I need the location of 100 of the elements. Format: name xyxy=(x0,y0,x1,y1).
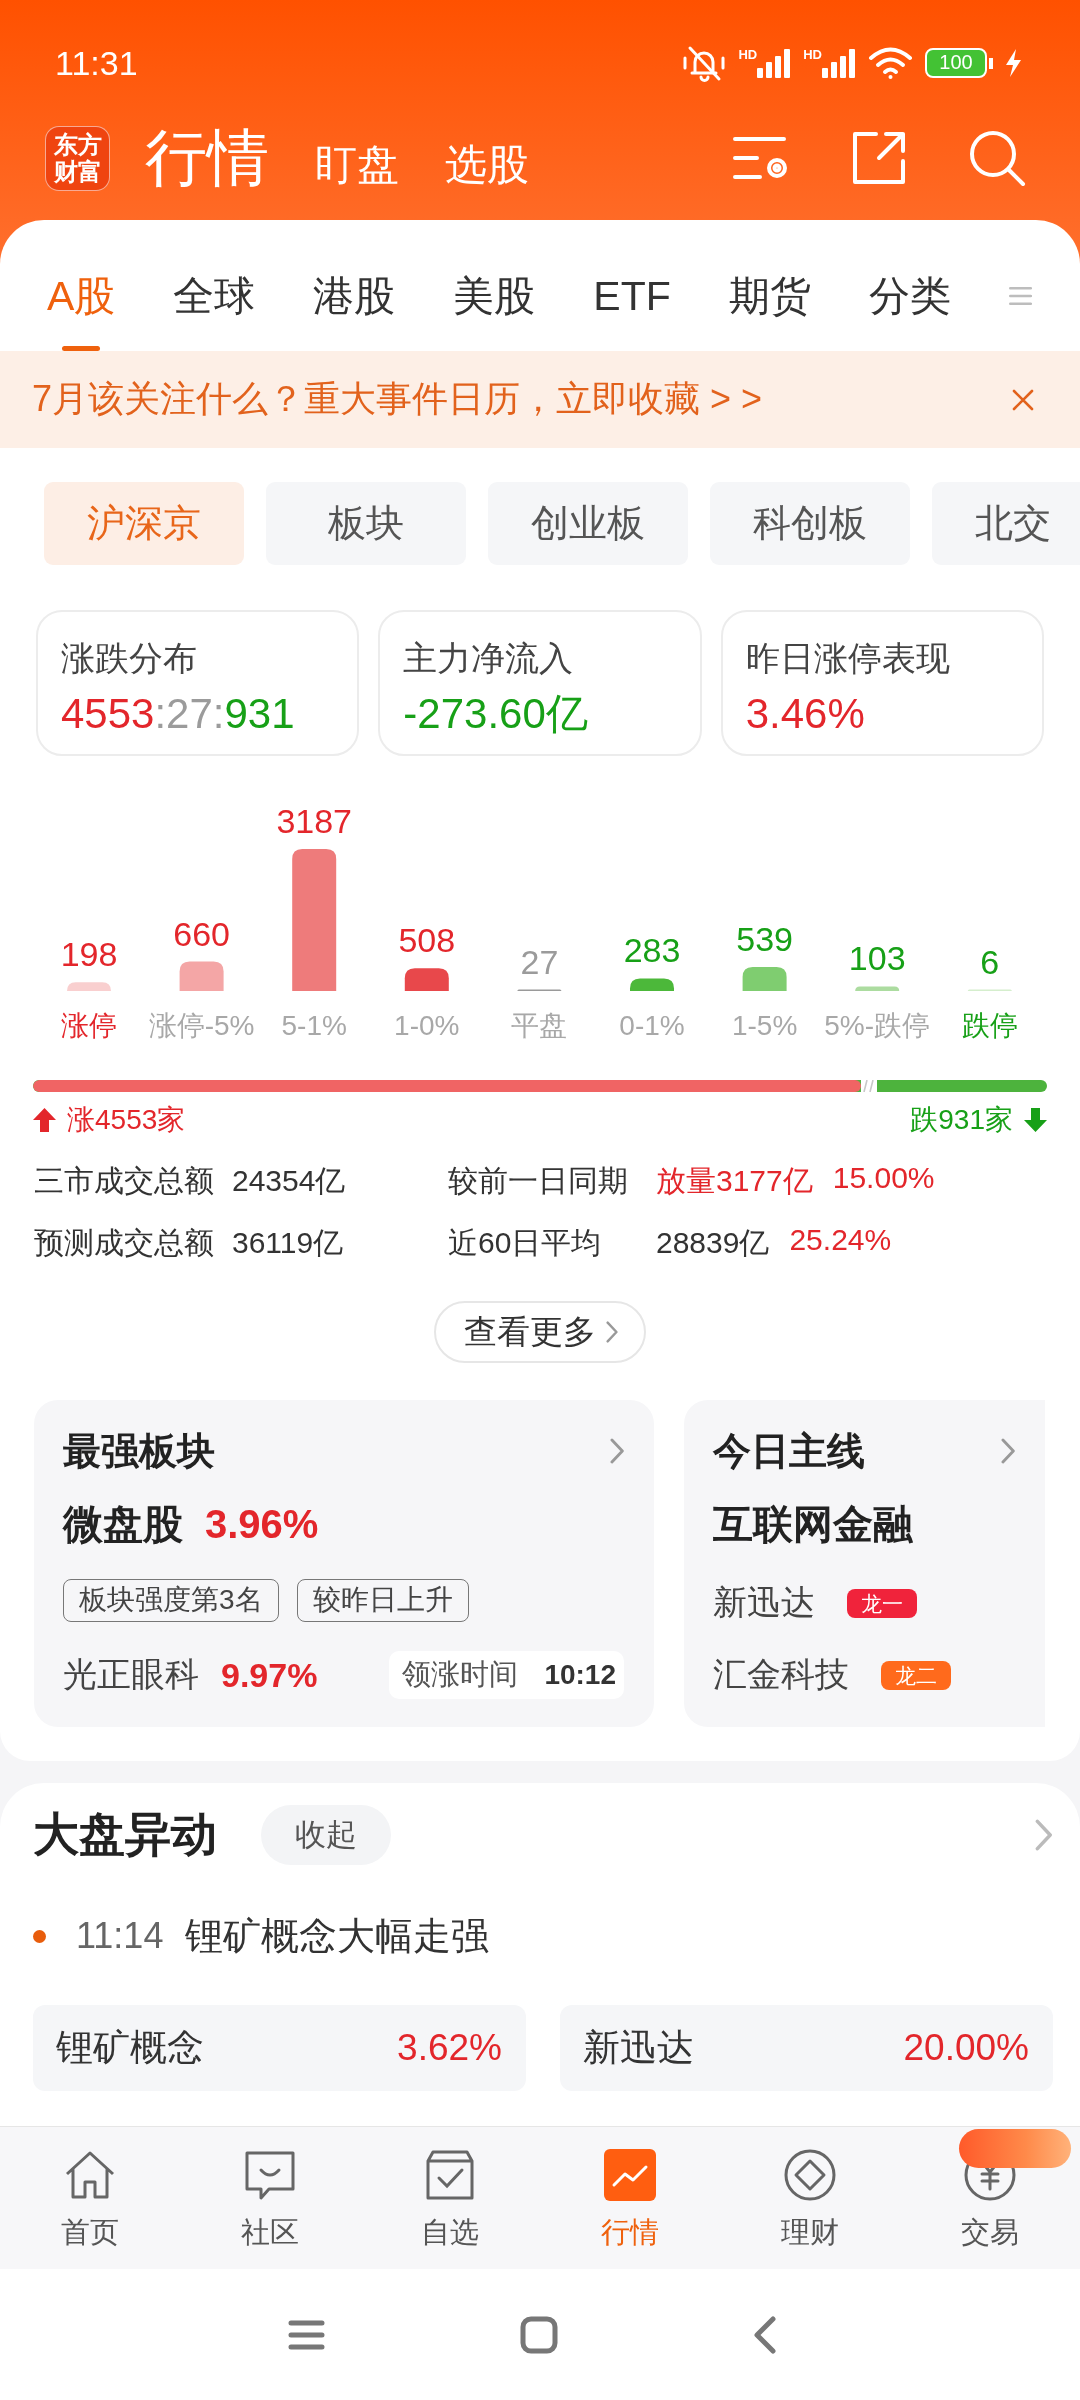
list-settings-icon[interactable] xyxy=(732,134,790,182)
bar-category-label: 跌停 xyxy=(961,1010,1018,1041)
stat-value: -273.60亿 xyxy=(403,689,589,739)
charging-bolt-icon xyxy=(1005,49,1022,77)
compare-label: 较前一日同期 xyxy=(448,1162,629,1199)
board-chip[interactable]: 科创板 xyxy=(710,482,910,565)
stat-label: 涨跌分布 xyxy=(61,638,198,678)
nav-item[interactable]: 社区 xyxy=(180,2127,360,2269)
turnover-value: 36119亿 xyxy=(232,1224,345,1261)
rank-badge: 龙二 xyxy=(881,1660,951,1690)
close-icon[interactable] xyxy=(1012,388,1034,411)
bar-category-label: 0-1% xyxy=(619,1010,685,1041)
event-dot-icon xyxy=(33,1929,46,1943)
change-percent: 25.24% xyxy=(789,1222,892,1258)
bar-category-label: 1-0% xyxy=(394,1010,460,1041)
sector-tag: 板块强度第3名 xyxy=(63,1579,279,1622)
bar-value-label: 3187 xyxy=(276,802,352,840)
chevron-right-icon xyxy=(605,1321,619,1343)
bar-value-label: 660 xyxy=(173,914,230,953)
board-chip[interactable]: 板块 xyxy=(266,482,466,565)
bar-value-label: 103 xyxy=(848,939,906,978)
event-text: 锂矿概念大幅走强 xyxy=(185,1913,490,1959)
bar-value-label: 198 xyxy=(60,935,118,974)
stat-value: 4553:27:931 xyxy=(61,689,296,739)
network-type-label: HD xyxy=(803,48,822,61)
card-title: 最强板块 xyxy=(63,1428,215,1474)
rise-count-label: 涨4553家 xyxy=(67,1103,186,1137)
signal-icon xyxy=(757,48,792,78)
mover-name: 新迅达 xyxy=(583,2026,694,2070)
turnover-label: 预测成交总额 xyxy=(34,1224,215,1261)
card-title: 今日主线 xyxy=(713,1428,865,1474)
market-tab[interactable]: 美股 xyxy=(453,272,536,351)
stat-card[interactable]: 昨日涨停表现 3.46% xyxy=(720,610,1044,756)
feature-card[interactable]: 最强板块 微盘股 3.96% 板块强度第3名 较昨日上升 光正眼科 9.97% 领涨时间 10:12 xyxy=(34,1400,654,1727)
mover-name: 锂矿概念 xyxy=(56,2026,204,2070)
lead-time-value: 10:12 xyxy=(544,1659,616,1691)
bar-value-label: 27 xyxy=(520,942,559,981)
down-arrow-icon xyxy=(1024,1108,1047,1132)
chevron-right-icon xyxy=(1035,1819,1053,1851)
nav-item[interactable]: 首页 xyxy=(0,2127,180,2269)
back-icon[interactable] xyxy=(752,2315,777,2354)
event-time: 11:14 xyxy=(76,1915,164,1957)
chevron-right-icon xyxy=(609,1438,624,1464)
bar-value-label: 539 xyxy=(736,920,793,958)
sector-tag: 较昨日上升 xyxy=(296,1579,469,1622)
leader-change: 9.97% xyxy=(221,1655,318,1695)
bar-value-label: 6 xyxy=(980,942,1000,981)
bar-category-label: 1-5% xyxy=(731,1010,798,1041)
sector-change: 3.96% xyxy=(205,1501,319,1548)
stat-value: 3.46% xyxy=(745,689,866,739)
stock-name: 汇金科技 xyxy=(713,1654,849,1695)
wifi-icon xyxy=(868,46,913,80)
theme-name: 互联网金融 xyxy=(713,1501,913,1548)
more-button[interactable]: 查看更多 xyxy=(433,1301,647,1363)
nav-item[interactable]: 自选 xyxy=(360,2127,540,2269)
compare-value: 放量3177亿 xyxy=(656,1162,813,1199)
network-type-label: HD xyxy=(738,48,758,61)
stat-label: 昨日涨停表现 xyxy=(745,638,951,678)
market-tab[interactable]: ETF xyxy=(593,272,671,351)
promo-pill[interactable] xyxy=(959,2129,1071,2168)
sector-name: 微盘股 xyxy=(63,1501,183,1548)
diamond-circle-icon xyxy=(782,2147,838,2203)
compare-label: 近60日平均 xyxy=(448,1224,603,1261)
line-chart-icon xyxy=(602,2147,658,2203)
share-icon[interactable] xyxy=(852,131,906,185)
bar-category-label: 5-1% xyxy=(281,1010,347,1041)
section-title: 大盘异动 xyxy=(33,1807,217,1862)
nav-item[interactable]: 理财 xyxy=(720,2127,900,2269)
signal-icon xyxy=(822,48,856,78)
mover-change: 3.62% xyxy=(397,2027,502,2069)
change-percent: 15.00% xyxy=(832,1160,935,1196)
board-chip[interactable]: 北交 xyxy=(932,482,1080,565)
search-icon[interactable] xyxy=(968,129,1026,187)
stat-card[interactable]: 涨跌分布 4553:27:931 xyxy=(36,610,360,756)
up-arrow-icon xyxy=(33,1108,56,1132)
mover-card[interactable]: 新迅达 20.00% xyxy=(560,2005,1053,2091)
collapse-button[interactable]: 收起 xyxy=(261,1805,391,1865)
bar-category-label: 平盘 xyxy=(511,1010,568,1041)
status-time: 11:31 xyxy=(55,43,138,83)
feature-card[interactable]: 今日主线 互联网金融 新迅达 龙一 汇金科技 龙二 xyxy=(684,1400,1045,1727)
home-button-icon[interactable] xyxy=(519,2315,558,2354)
market-tab[interactable]: 港股 xyxy=(313,272,396,351)
bar-category-label: 涨停-5% xyxy=(148,1010,255,1041)
recents-icon[interactable] xyxy=(287,2319,325,2350)
leader-stock-name: 光正眼科 xyxy=(63,1654,199,1695)
stat-card[interactable]: 主力净流入 -273.60亿 xyxy=(378,610,702,756)
board-chip[interactable]: 创业板 xyxy=(488,482,688,565)
battery-level: 100 xyxy=(925,48,993,78)
stat-label: 主力净流入 xyxy=(403,638,575,678)
turnover-label: 三市成交总额 xyxy=(34,1162,215,1199)
mover-change: 20.00% xyxy=(903,2027,1029,2069)
compare-value: 28839亿 xyxy=(656,1224,770,1261)
stock-name: 新迅达 xyxy=(713,1582,815,1623)
market-tab[interactable]: 分类 xyxy=(868,272,951,351)
bar-value-label: 283 xyxy=(623,931,681,970)
turnover-value: 24354亿 xyxy=(232,1162,347,1199)
market-tab[interactable]: 全球 xyxy=(173,272,256,351)
mover-card[interactable]: 锂矿概念 3.62% xyxy=(33,2005,526,2091)
lead-time-label: 领涨时间 xyxy=(402,1657,519,1692)
market-tab[interactable]: 期货 xyxy=(728,272,811,351)
